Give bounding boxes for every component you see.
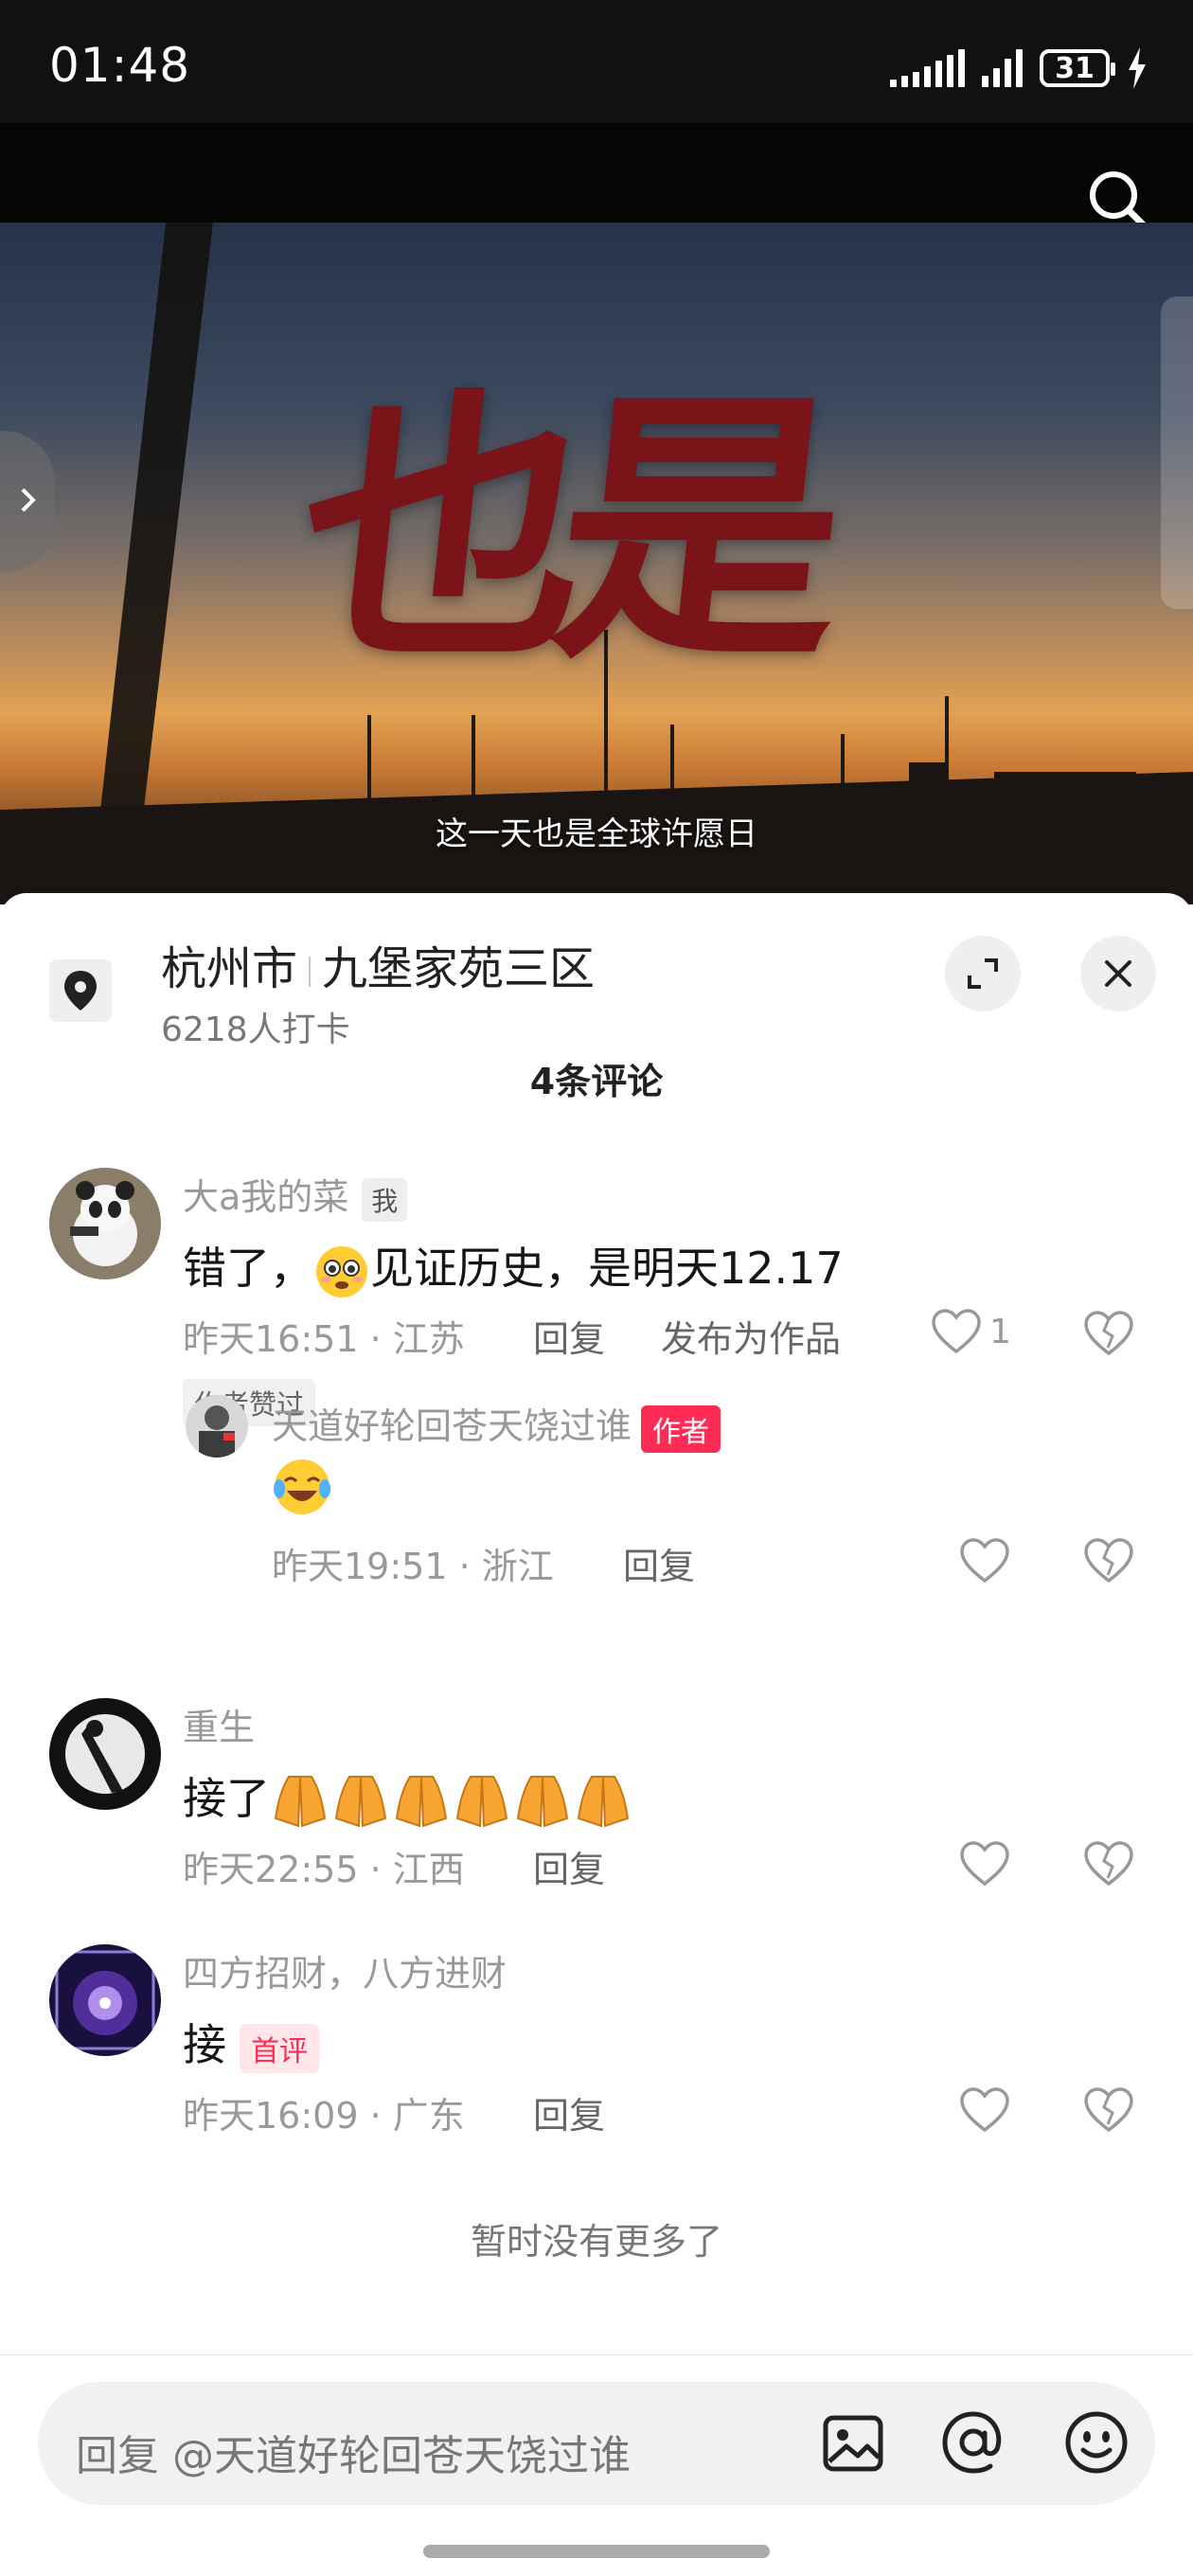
heart-icon[interactable] bbox=[959, 1537, 1010, 1584]
image-icon[interactable] bbox=[820, 2410, 886, 2477]
emoji-icon[interactable] bbox=[1062, 2408, 1131, 2477]
me-tag: 我 bbox=[362, 1177, 408, 1222]
at-icon[interactable] bbox=[939, 2408, 1007, 2477]
flushed-face-emoji-icon bbox=[316, 1245, 367, 1297]
like-count: 1 bbox=[989, 1312, 1011, 1351]
status-time: 01:48 bbox=[49, 38, 191, 93]
reply-button[interactable]: 回复 bbox=[533, 1840, 605, 1892]
dislike-heart-icon[interactable] bbox=[1083, 2086, 1134, 2134]
reply-username[interactable]: 天道好轮回苍天饶过谁 作者 bbox=[272, 1397, 721, 1453]
avatar[interactable] bbox=[49, 1168, 161, 1279]
no-more-text: 暂时没有更多了 bbox=[470, 2221, 722, 2263]
avatar[interactable] bbox=[49, 1944, 161, 2056]
close-button[interactable] bbox=[1080, 936, 1156, 1011]
location-divider bbox=[309, 957, 312, 987]
comment-text: 错了， 见证历史，是明天12.17 bbox=[183, 1234, 844, 1300]
expand-button[interactable] bbox=[945, 936, 1021, 1011]
avatar[interactable] bbox=[49, 1698, 161, 1810]
heart-icon[interactable] bbox=[959, 2086, 1010, 2134]
video-player[interactable]: 也是 这一天也是全球许愿日 bbox=[0, 223, 1193, 904]
charging-icon bbox=[1129, 47, 1146, 89]
comment-username[interactable]: 重生 bbox=[183, 1698, 255, 1750]
wifi-signal-icon bbox=[890, 49, 965, 87]
reply-meta: 昨天19:51 · 浙江 bbox=[272, 1546, 554, 1587]
location-title[interactable]: 杭州市 九堡家苑三区 bbox=[161, 931, 595, 997]
reply-input[interactable]: 回复 @天道好轮回苍天饶过谁 bbox=[38, 2382, 1155, 2505]
comment-text: 接首评 bbox=[183, 2011, 319, 2073]
location-pin-icon bbox=[49, 959, 112, 1022]
reply-button[interactable]: 回复 bbox=[533, 2086, 605, 2138]
folded-hands-emoji-icon bbox=[274, 1775, 630, 1827]
dislike-heart-icon[interactable] bbox=[1083, 1840, 1134, 1887]
location-city: 杭州市 bbox=[161, 942, 298, 995]
location-checkins: 6218人打卡 bbox=[161, 1011, 350, 1049]
video-title-text: 也是 bbox=[285, 363, 832, 697]
reply-button[interactable]: 回复 bbox=[623, 1537, 695, 1589]
location-place: 九堡家苑三区 bbox=[322, 942, 596, 995]
cell-signal-icon bbox=[982, 49, 1023, 87]
home-indicator[interactable] bbox=[423, 2545, 770, 2558]
like-button[interactable]: 1 bbox=[931, 1308, 1011, 1355]
expand-icon bbox=[968, 958, 998, 989]
side-handle[interactable] bbox=[1161, 296, 1193, 609]
publish-as-work-button[interactable]: 发布为作品 bbox=[661, 1310, 841, 1362]
first-comment-tag: 首评 bbox=[240, 2023, 319, 2073]
status-bar: 01:48 31 bbox=[0, 0, 1193, 123]
comment-username[interactable]: 四方招财，八方进财 bbox=[183, 1944, 507, 1996]
comment-sheet: 杭州市 九堡家苑三区 6218人打卡 4条评论 大a我的菜我 错了， 见证历史，是明… bbox=[0, 893, 1193, 2576]
comments-count: 4条评论 bbox=[529, 1061, 664, 1102]
battery-level: 31 bbox=[1055, 51, 1095, 85]
reply-input-placeholder: 回复 @天道好轮回苍天饶过谁 bbox=[76, 2432, 631, 2480]
close-icon bbox=[1105, 960, 1131, 987]
comment-meta: 昨天22:55 · 江西 bbox=[183, 1849, 465, 1890]
comment-meta: 昨天16:51 · 江苏 bbox=[183, 1318, 465, 1360]
heart-icon bbox=[932, 1309, 981, 1354]
reply-input-bar: 回复 @天道好轮回苍天饶过谁 bbox=[0, 2354, 1193, 2576]
dislike-heart-icon[interactable] bbox=[1083, 1310, 1134, 1357]
author-tag: 作者 bbox=[641, 1404, 721, 1453]
heart-icon[interactable] bbox=[959, 1840, 1010, 1887]
comment-username[interactable]: 大a我的菜我 bbox=[183, 1168, 408, 1222]
comment-meta: 昨天16:09 · 广东 bbox=[183, 2095, 465, 2137]
video-subtitle: 这一天也是全球许愿日 bbox=[436, 815, 757, 853]
avatar[interactable] bbox=[186, 1395, 248, 1458]
comment-text: 接了 bbox=[183, 1764, 630, 1832]
crying-laughing-emoji-icon bbox=[274, 1459, 330, 1514]
chevron-right-icon bbox=[21, 488, 36, 512]
status-icons: 31 bbox=[890, 45, 1148, 91]
top-bar bbox=[0, 123, 1193, 231]
dislike-heart-icon[interactable] bbox=[1083, 1537, 1134, 1584]
battery-icon: 31 bbox=[1040, 49, 1115, 87]
reply-button[interactable]: 回复 bbox=[533, 1310, 605, 1362]
